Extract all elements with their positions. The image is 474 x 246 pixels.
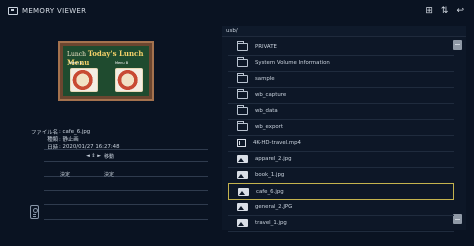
path-bar: usb/ [222, 26, 466, 37]
memory-viewer-icon [8, 7, 18, 15]
scroll-up-button[interactable] [453, 40, 462, 50]
file-name: book_1.jpg [255, 172, 285, 178]
app-title: MEMORY VIEWER [8, 7, 86, 15]
app-title-text: MEMORY VIEWER [22, 7, 87, 15]
enter-label: 決定 [104, 172, 115, 178]
file-row-10[interactable]: general_2.JPG [228, 199, 454, 216]
menu-tag-b: Menu B [115, 61, 129, 65]
file-row-3[interactable]: wb_capture [228, 87, 454, 104]
file-row-8[interactable]: book_1.jpg [228, 167, 454, 184]
sort-icon[interactable]: ⇅ [441, 6, 449, 16]
folder-icon [237, 89, 248, 99]
enter-key: 決定 [60, 172, 71, 178]
image-icon [237, 203, 248, 211]
file-row-0[interactable]: PRIVATE [228, 39, 454, 56]
file-name: 4K-HD-travel.mp4 [253, 140, 301, 146]
move-keys: ◄ ⇕ ► [86, 153, 102, 159]
video-icon [237, 139, 246, 147]
file-row-11[interactable]: travel_1.jpg [228, 215, 454, 232]
folder-icon [237, 73, 248, 83]
divider [44, 190, 208, 191]
file-row-9[interactable]: cafe_6.jpg [228, 183, 454, 200]
menu-tag-a: Menu A [69, 61, 83, 65]
toolbar-icons: ⊞ ⇅ ↩ [425, 6, 464, 16]
file-row-5[interactable]: wb_export [228, 119, 454, 136]
image-icon [237, 219, 248, 227]
folder-icon [237, 57, 248, 67]
file-name: general_2.JPG [255, 204, 293, 210]
file-info: ファイル名 : cafe_6.jpg 種類 : 静止画 日時 : 2020/01… [0, 128, 216, 151]
file-row-1[interactable]: System Volume Information [228, 55, 454, 72]
folder-icon [237, 121, 248, 131]
file-name: wb_data [255, 108, 278, 114]
file-row-6[interactable]: 4K-HD-travel.mp4 [228, 135, 454, 152]
food-photo-a [70, 68, 98, 92]
move-label: 移動 [104, 154, 115, 160]
file-name: wb_capture [255, 92, 287, 98]
control-guide: ◄ ⇕ ► 移動 決定 決定 [44, 149, 208, 224]
filename-value: : cafe_6.jpg [59, 128, 91, 135]
file-name: apparel_2.jpg [255, 156, 292, 162]
folder-icon [237, 41, 248, 51]
image-icon [238, 187, 249, 196]
folder-icon [237, 105, 248, 115]
food-photo-b [115, 68, 143, 92]
view-mode-icon[interactable]: ⊞ [425, 6, 433, 16]
file-name: sample [255, 76, 275, 82]
remote-control-icon [30, 205, 39, 219]
return-icon[interactable]: ↩ [456, 6, 464, 16]
image-icon [237, 155, 248, 163]
file-name: PRIVATE [255, 44, 277, 50]
image-icon [237, 171, 248, 179]
file-name: wb_export [255, 124, 283, 130]
file-row-7[interactable]: apparel_2.jpg [228, 151, 454, 168]
divider [44, 219, 208, 220]
scroll-down-button[interactable] [453, 214, 462, 224]
file-name: System Volume Information [255, 60, 330, 66]
divider [44, 149, 208, 150]
divider [44, 161, 208, 162]
file-name: cafe_6.jpg [256, 188, 284, 195]
divider [44, 204, 208, 205]
file-row-2[interactable]: sample [228, 71, 454, 88]
file-list: PRIVATE System Volume Information sample wb… [222, 37, 466, 232]
preview-thumbnail: Lunch Today's Lunch Menu Menu A Menu B [58, 41, 154, 101]
file-name: travel_1.jpg [255, 220, 287, 226]
current-path: usb/ [226, 27, 238, 34]
title-bar: MEMORY VIEWER ⊞ ⇅ ↩ [0, 0, 474, 22]
chalkboard-image: Lunch Today's Lunch Menu Menu A Menu B [63, 46, 149, 96]
file-row-4[interactable]: wb_data [228, 103, 454, 120]
type-value: : 静止画 [59, 137, 79, 144]
